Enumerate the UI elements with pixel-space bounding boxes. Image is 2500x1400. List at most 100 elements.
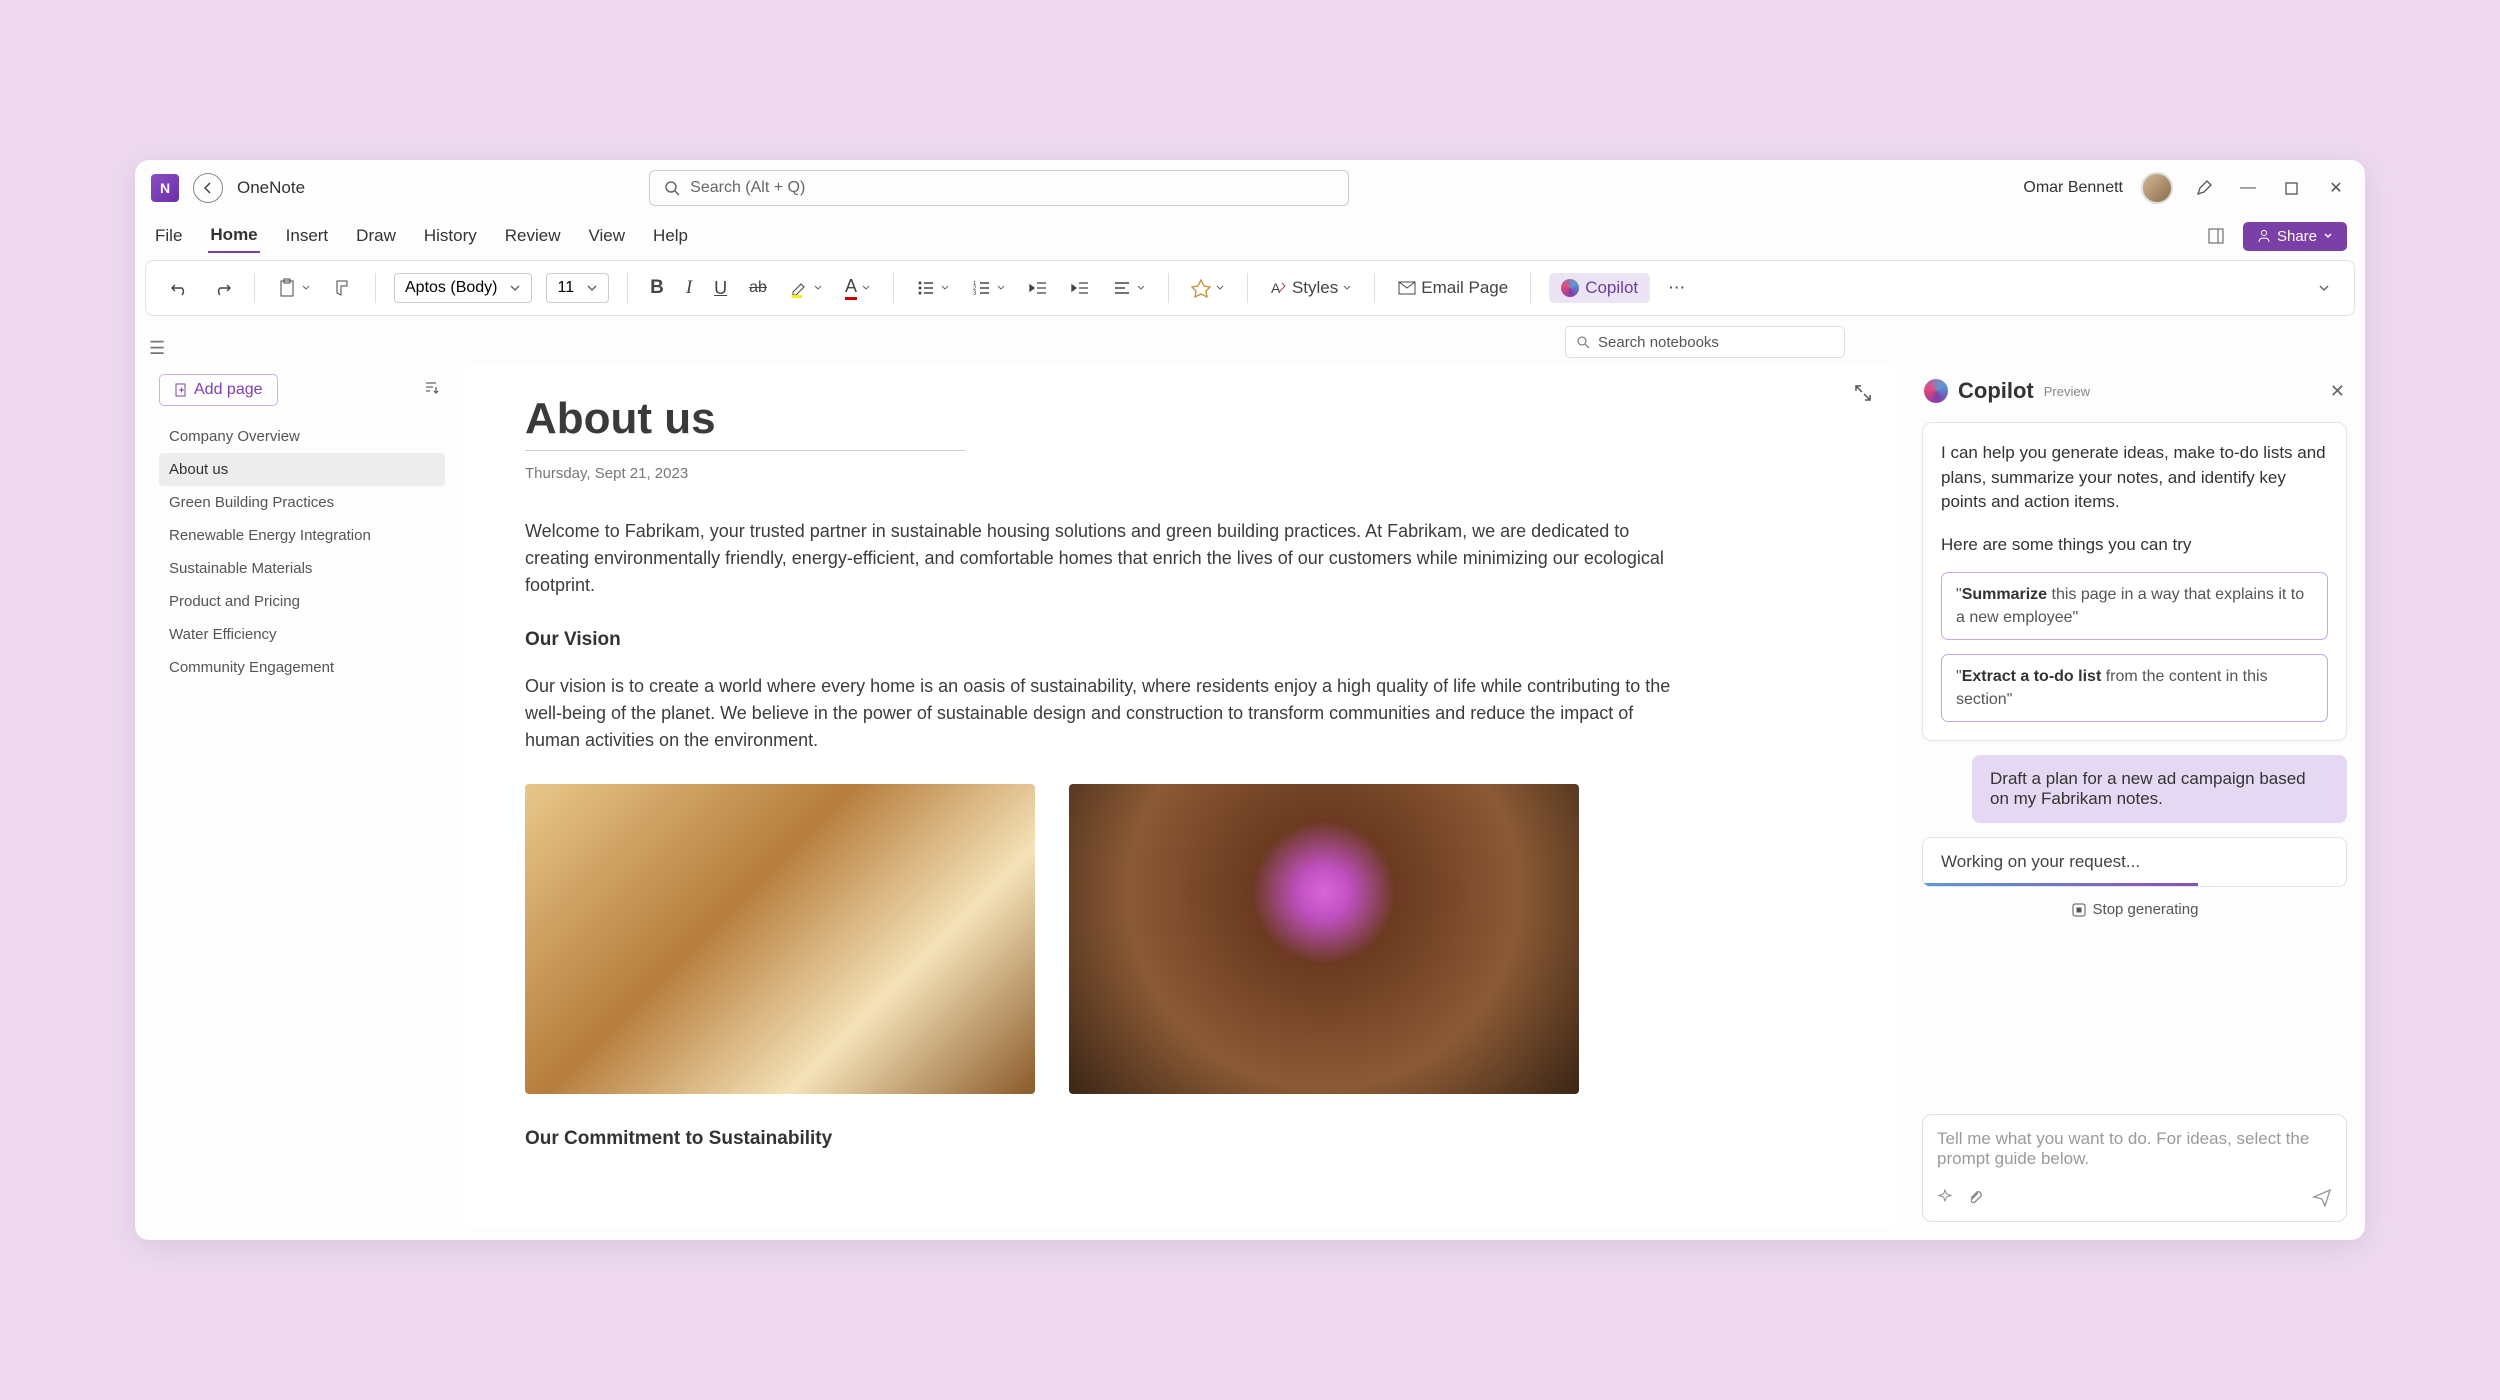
chevron-down-icon (813, 283, 823, 293)
note-canvas[interactable]: About us Thursday, Sept 21, 2023 Welcome… (465, 364, 1896, 1228)
bold-button[interactable]: B (646, 273, 668, 303)
maximize-button[interactable] (2279, 175, 2305, 201)
titlebar-right: Omar Bennett — ✕ (2023, 172, 2349, 204)
back-button[interactable] (193, 173, 223, 203)
align-button[interactable] (1108, 274, 1150, 302)
page-sidebar: Add page Company Overview About us Green… (135, 364, 465, 1240)
add-page-button[interactable]: Add page (159, 374, 278, 406)
menu-view[interactable]: View (587, 220, 628, 252)
pen-tool-button[interactable] (2191, 175, 2217, 201)
email-page-button[interactable]: Email Page (1393, 274, 1512, 302)
copilot-user-message: Draft a plan for a new ad campaign based… (1972, 755, 2347, 823)
page-item[interactable]: Product and Pricing (159, 585, 445, 618)
copilot-input[interactable]: Tell me what you want to do. For ideas, … (1922, 1114, 2347, 1222)
search-icon (1576, 335, 1590, 349)
image-row (525, 784, 1836, 1094)
menu-file[interactable]: File (153, 220, 184, 252)
page-item[interactable]: Community Engagement (159, 651, 445, 684)
user-name: Omar Bennett (2023, 179, 2123, 197)
intro-paragraph: Welcome to Fabrikam, your trusted partne… (525, 518, 1685, 599)
page-item[interactable]: Water Efficiency (159, 618, 445, 651)
font-size-select[interactable]: 11 (546, 273, 609, 303)
copilot-suggestion[interactable]: "Extract a to-do list from the content i… (1941, 654, 2328, 722)
stop-generating-button[interactable]: Stop generating (1922, 901, 2347, 918)
copilot-pane: Copilot Preview ✕ I can help you generat… (1910, 364, 2365, 1240)
styles-button[interactable]: A Styles (1266, 274, 1356, 302)
page-item[interactable]: Green Building Practices (159, 486, 445, 519)
styles-icon: A (1270, 279, 1288, 297)
copilot-title: Copilot (1958, 378, 2034, 404)
close-button[interactable]: ✕ (2323, 175, 2349, 201)
search-notebooks-input[interactable]: Search notebooks (1565, 326, 1845, 358)
highlight-button[interactable] (785, 274, 827, 302)
menu-draw[interactable]: Draw (354, 220, 398, 252)
chevron-down-icon (301, 283, 311, 293)
strikethrough-button[interactable]: ab (745, 275, 771, 301)
format-painter-button[interactable] (329, 274, 357, 302)
onenote-logo-icon: N (151, 174, 179, 202)
ribbon-expand-button[interactable] (2314, 278, 2334, 298)
vision-paragraph: Our vision is to create a world where ev… (525, 673, 1685, 754)
font-color-button[interactable]: A (841, 272, 875, 304)
copilot-intro-text: I can help you generate ideas, make to-d… (1941, 441, 2328, 515)
fullscreen-button[interactable] (1854, 384, 1872, 402)
chevron-down-icon (996, 283, 1006, 293)
sparkle-prompt-button[interactable] (1937, 1189, 1953, 1205)
ribbon: Aptos (Body) 11 B I U ab A 123 A Styles (145, 260, 2355, 316)
menu-insert[interactable]: Insert (284, 220, 331, 252)
sort-pages-button[interactable] (417, 374, 445, 402)
content-image[interactable] (1069, 784, 1579, 1094)
page-item[interactable]: Sustainable Materials (159, 552, 445, 585)
nav-toggle-button[interactable]: ☰ (149, 338, 165, 359)
copilot-logo-icon (1924, 379, 1948, 403)
content-image[interactable] (525, 784, 1035, 1094)
bullet-list-button[interactable] (912, 274, 954, 302)
menu-home[interactable]: Home (208, 219, 259, 253)
chevron-down-icon (1215, 283, 1225, 293)
page-title: About us (525, 394, 1836, 444)
close-copilot-button[interactable]: ✕ (2330, 381, 2345, 402)
redo-button[interactable] (208, 274, 236, 302)
share-button[interactable]: Share (2243, 222, 2347, 251)
envelope-icon (1397, 278, 1417, 298)
outdent-button[interactable] (1024, 274, 1052, 302)
paste-button[interactable] (273, 274, 315, 302)
page-item[interactable]: Renewable Energy Integration (159, 519, 445, 552)
page-item[interactable]: About us (159, 453, 445, 486)
copilot-ribbon-button[interactable]: Copilot (1549, 273, 1650, 303)
menu-review[interactable]: Review (503, 220, 563, 252)
minimize-button[interactable]: — (2235, 175, 2261, 201)
underline-button[interactable]: U (710, 274, 731, 303)
section-heading: Our Vision (525, 629, 1836, 651)
tags-button[interactable] (1187, 274, 1229, 302)
send-button[interactable] (2312, 1187, 2332, 1207)
chevron-down-icon (861, 283, 871, 293)
arrow-left-icon (201, 181, 215, 195)
copilot-suggestion[interactable]: "Summarize this page in a way that expla… (1941, 572, 2328, 640)
undo-button[interactable] (166, 274, 194, 302)
person-icon (2257, 229, 2271, 243)
page-item[interactable]: Company Overview (159, 420, 445, 453)
page-list: Company Overview About us Green Building… (159, 420, 445, 684)
menu-history[interactable]: History (422, 220, 479, 252)
search-placeholder: Search (Alt + Q) (690, 179, 805, 197)
user-avatar[interactable] (2141, 172, 2173, 204)
attach-button[interactable] (1967, 1189, 1983, 1205)
app-name: OneNote (237, 178, 305, 198)
copilot-preview-badge: Preview (2044, 384, 2090, 399)
copilot-header: Copilot Preview ✕ (1922, 374, 2347, 408)
chevron-down-icon (940, 283, 950, 293)
open-pane-button[interactable] (2203, 223, 2229, 249)
numbered-list-button[interactable]: 123 (968, 274, 1010, 302)
italic-button[interactable]: I (682, 273, 696, 303)
app-window: N OneNote Search (Alt + Q) Omar Bennett … (135, 160, 2365, 1240)
chevron-down-icon (509, 282, 521, 294)
copilot-prompt-lead: Here are some things you can try (1941, 533, 2328, 558)
indent-button[interactable] (1066, 274, 1094, 302)
menu-help[interactable]: Help (651, 220, 690, 252)
chevron-down-icon (1342, 283, 1352, 293)
progress-bar (1923, 883, 2198, 886)
more-options-button[interactable]: ⋯ (1664, 274, 1689, 302)
font-family-select[interactable]: Aptos (Body) (394, 273, 532, 303)
global-search-input[interactable]: Search (Alt + Q) (649, 170, 1349, 206)
